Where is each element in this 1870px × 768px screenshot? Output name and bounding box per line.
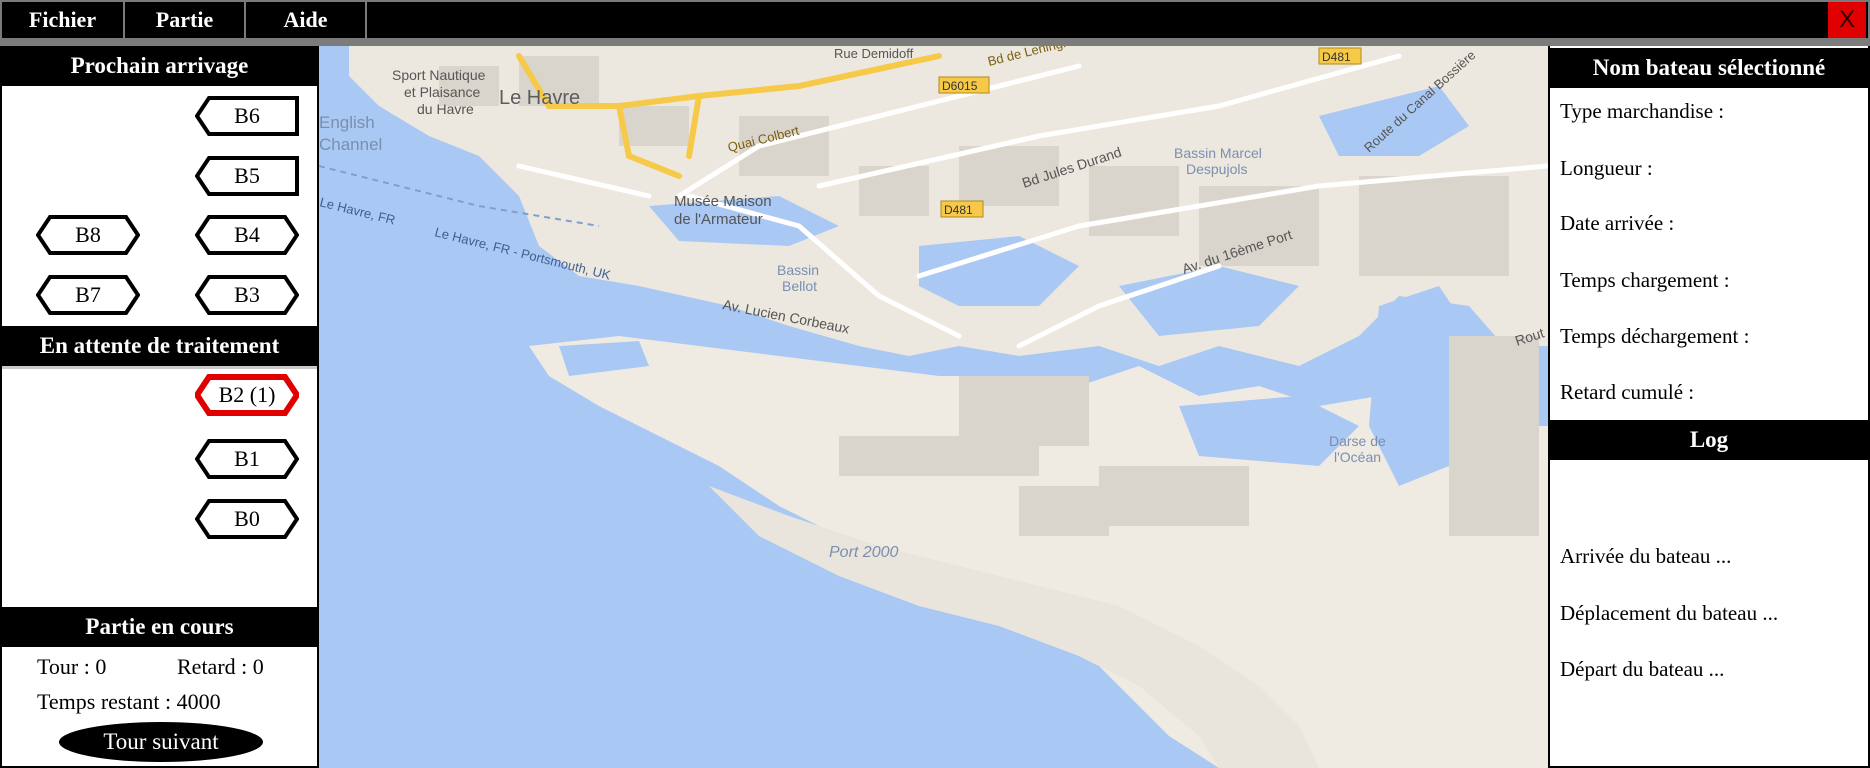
- log-entry: Déplacement du bateau ...: [1560, 601, 1779, 625]
- menu-bar: Fichier Partie Aide X: [0, 0, 1870, 40]
- label-rue-demidoff: Rue Demidoff: [834, 46, 914, 61]
- tour-value: Tour : 0: [37, 654, 107, 679]
- boat-b1-label: B1: [234, 446, 260, 471]
- label-musee-1: Musée Maison: [674, 193, 772, 210]
- boat-b2-selected[interactable]: B2 (1): [195, 374, 299, 416]
- label-le-havre: Le Havre: [499, 87, 580, 109]
- temps-restant-value: Temps restant : 4000: [37, 689, 221, 714]
- menu-fichier[interactable]: Fichier: [2, 2, 125, 38]
- field-temps-dechargement: Temps déchargement :: [1560, 324, 1750, 348]
- attente-divider: [2, 366, 317, 369]
- boat-b4[interactable]: B4: [195, 214, 299, 256]
- port-map-image: Le Havre English Channel Sport Nautique …: [319, 46, 1548, 768]
- boat-b6-label: B6: [234, 103, 260, 128]
- field-temps-chargement: Temps chargement :: [1560, 268, 1730, 292]
- label-darse-2: l'Océan: [1334, 449, 1381, 465]
- partie-header: Partie en cours: [2, 607, 317, 647]
- label-sport-2: et Plaisance: [404, 84, 480, 100]
- arrivage-header: Prochain arrivage: [2, 46, 317, 86]
- field-type-marchandise: Type marchandise :: [1560, 99, 1725, 123]
- log-entry: Arrivée du bateau ...: [1560, 544, 1732, 568]
- boat-b6[interactable]: B6: [195, 95, 299, 137]
- right-panel: Nom bateau sélectionné Type marchandise …: [1548, 46, 1870, 768]
- attente-header: En attente de traitement: [2, 326, 317, 366]
- label-bassin-bellot-1: Bassin: [777, 262, 819, 278]
- log-entry: Départ du bateau ...: [1560, 657, 1725, 681]
- label-d481-b: D481: [944, 203, 973, 217]
- label-musee-2: de l'Armateur: [674, 211, 763, 228]
- boat-b8-label: B8: [75, 222, 101, 247]
- boat-b8[interactable]: B8: [36, 214, 140, 256]
- boat-b7[interactable]: B7: [36, 274, 140, 316]
- label-darse-1: Darse de: [1329, 433, 1386, 449]
- label-sport-1: Sport Nautique: [392, 67, 486, 83]
- close-button[interactable]: X: [1828, 2, 1866, 38]
- label-d6015: D6015: [942, 79, 978, 93]
- label-sport-3: du Havre: [417, 101, 474, 117]
- port-map[interactable]: Le Havre English Channel Sport Nautique …: [319, 46, 1548, 768]
- boat-b3[interactable]: B3: [195, 274, 299, 316]
- label-english: English: [319, 113, 375, 132]
- menu-aide[interactable]: Aide: [246, 2, 367, 38]
- boat-b0-label: B0: [234, 506, 260, 531]
- selected-boat-header: Nom bateau sélectionné: [1550, 48, 1868, 88]
- log-header: Log: [1550, 420, 1868, 460]
- label-bassin-bellot-2: Bellot: [782, 278, 817, 294]
- retard-value: Retard : 0: [177, 654, 264, 679]
- boat-b3-label: B3: [234, 282, 260, 307]
- boat-b5[interactable]: B5: [195, 155, 299, 197]
- boat-b5-label: B5: [234, 163, 260, 188]
- tour-suivant-button[interactable]: Tour suivant: [59, 722, 263, 762]
- label-bassin-marcel-2: Despujols: [1186, 161, 1247, 177]
- boat-b0[interactable]: B0: [195, 498, 299, 540]
- label-d481-a: D481: [1322, 50, 1351, 64]
- left-panel: Prochain arrivage B6 B5 B8 B4 B7 B3 En a…: [0, 46, 319, 768]
- label-channel: Channel: [319, 135, 382, 154]
- label-port-2000: Port 2000: [829, 544, 898, 561]
- boat-b2-label: B2 (1): [218, 382, 276, 407]
- label-bassin-marcel-1: Bassin Marcel: [1174, 145, 1262, 161]
- boat-b1[interactable]: B1: [195, 438, 299, 480]
- boat-b7-label: B7: [75, 282, 101, 307]
- field-retard-cumule: Retard cumulé :: [1560, 380, 1695, 404]
- menu-partie[interactable]: Partie: [125, 2, 246, 38]
- field-date-arrivee: Date arrivée :: [1560, 211, 1675, 235]
- field-longueur: Longueur :: [1560, 156, 1653, 180]
- boat-b4-label: B4: [234, 222, 260, 247]
